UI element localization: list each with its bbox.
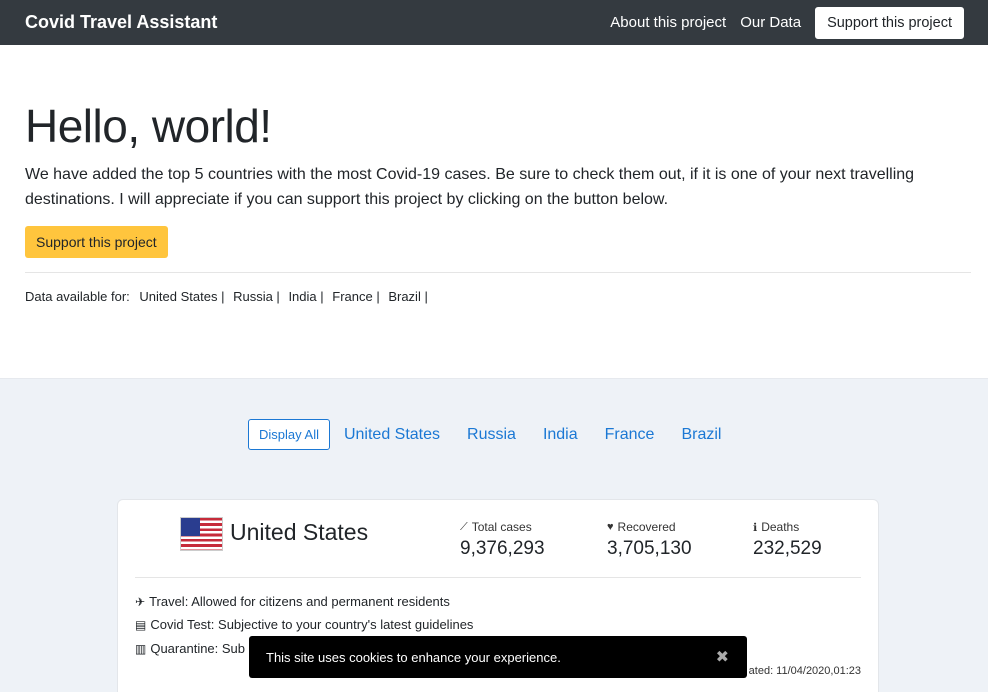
covid-test-info: ▤ Covid Test: Subjective to your country… [135,617,473,632]
chart-line-icon: ⟋ [460,520,468,533]
nav-support-button[interactable]: Support this project [815,6,964,39]
brand-title[interactable]: Covid Travel Assistant [25,12,217,33]
travel-info: ✈ Travel: Allowed for citizens and perma… [135,594,450,609]
available-india: India | [288,289,324,304]
cookie-message: This site uses cookies to enhance your e… [266,649,561,665]
cookie-banner: This site uses cookies to enhance your e… [249,636,747,678]
nav-our-data-link[interactable]: Our Data [740,14,801,31]
heart-icon: ♥ [607,521,614,533]
hero-title: Hello, world! [25,100,272,152]
country-filter-bar: Display All United States Russia India F… [248,419,748,450]
travel-text: Travel: Allowed for citizens and permane… [149,594,450,609]
stat-total-cases: ⟋ Total cases 9,376,293 [460,520,545,560]
quarantine-text: Quarantine: Sub [150,641,246,656]
last-updated-text: ated: 11/04/2020,01:23 [748,665,861,677]
filter-india[interactable]: India [543,426,578,444]
available-brazil: Brazil | [388,289,428,304]
stat-deaths: ℹ Deaths 232,529 [753,520,822,560]
data-available-label: Data available for: [25,289,130,304]
stat-value: 232,529 [753,538,822,559]
nav-about-link[interactable]: About this project [610,14,726,31]
nav-links: About this project Our Data Support this… [610,6,964,39]
card-divider [135,577,861,578]
close-icon[interactable]: ✖ [716,647,729,667]
info-circle-icon: ℹ [753,521,758,534]
building-icon: ▥ [135,641,147,656]
support-project-button[interactable]: Support this project [25,226,168,258]
stat-label: Recovered [617,520,676,534]
filter-france[interactable]: France [605,426,655,444]
hero-lead-text: We have added the top 5 countries with t… [25,166,915,208]
hero-divider [25,272,971,273]
stat-value: 3,705,130 [607,538,692,559]
filter-brazil[interactable]: Brazil [681,426,721,444]
card-country-name: United States [230,519,369,545]
stat-label: Deaths [761,520,800,534]
available-france: France | [332,289,380,304]
us-flag-icon [180,517,223,551]
data-available-list: Data available for: United States | Russ… [25,289,971,304]
filter-russia[interactable]: Russia [467,426,516,444]
available-russia: Russia | [233,289,280,304]
hero-section: Hello, world! We have added the top 5 co… [0,45,988,378]
available-united-states: United States | [139,289,225,304]
filter-united-states[interactable]: United States [344,426,440,444]
plane-icon: ✈ [135,594,146,609]
display-all-button[interactable]: Display All [248,419,330,450]
stat-label: Total cases [471,520,532,534]
top-navbar: Covid Travel Assistant About this projec… [0,0,988,45]
quarantine-info: ▥ Quarantine: Sub [135,641,245,656]
stat-recovered: ♥ Recovered 3,705,130 [607,520,692,560]
covid-test-text: Covid Test: Subjective to your country's… [150,617,474,632]
stat-value: 9,376,293 [460,538,545,559]
document-icon: ▤ [135,617,147,632]
